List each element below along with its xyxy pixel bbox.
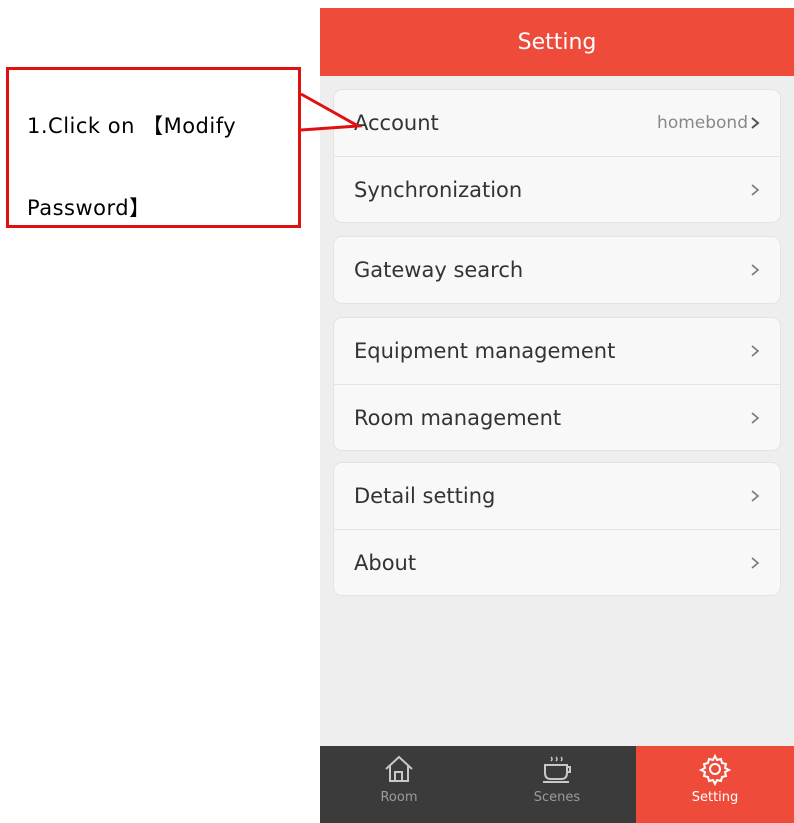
settings-group-management: Equipment management Room management: [334, 318, 780, 450]
settings-item-about[interactable]: About: [334, 529, 780, 595]
page-title: Setting: [517, 29, 597, 55]
settings-item-synchronization[interactable]: Synchronization: [334, 156, 780, 222]
chevron-right-icon: [748, 553, 762, 573]
settings-item-label: Equipment management: [354, 339, 616, 363]
tab-room[interactable]: Room: [320, 746, 478, 823]
settings-group-info: Detail setting About: [334, 463, 780, 595]
settings-item-gateway-search[interactable]: Gateway search: [334, 237, 780, 303]
tab-setting[interactable]: Setting: [636, 746, 794, 823]
phone-screen: Setting Account homebond Synchronization…: [320, 8, 794, 823]
annotation-text-line2: Password】: [27, 196, 151, 220]
tab-label: Scenes: [533, 790, 581, 805]
gear-icon: [698, 753, 732, 786]
tab-label: Room: [380, 790, 418, 805]
settings-item-label: Detail setting: [354, 484, 496, 508]
chevron-right-icon: [748, 408, 762, 428]
settings-item-account[interactable]: Account homebond: [334, 90, 780, 156]
chevron-right-icon: [748, 486, 762, 506]
settings-item-label: Synchronization: [354, 177, 523, 202]
settings-item-label: About: [354, 550, 417, 575]
chevron-right-icon: [748, 260, 762, 280]
chevron-right-icon: [748, 341, 762, 361]
chevron-right-icon: [748, 180, 762, 200]
app-header: Setting: [320, 8, 794, 76]
house-icon: [385, 755, 413, 782]
settings-group-account: Account homebond Synchronization: [334, 90, 780, 222]
settings-item-label: Room management: [354, 405, 562, 430]
settings-item-label: Gateway search: [354, 258, 524, 282]
settings-item-label: Account: [354, 111, 439, 135]
chevron-right-icon: [748, 113, 762, 133]
coffee-cup-icon: [543, 756, 571, 783]
settings-item-detail-setting[interactable]: Detail setting: [334, 463, 780, 529]
account-value: homebond: [657, 113, 748, 133]
tab-scenes[interactable]: Scenes: [478, 746, 636, 823]
settings-item-equipment-management[interactable]: Equipment management: [334, 318, 780, 384]
settings-group-gateway: Gateway search: [334, 237, 780, 303]
bottom-tab-bar: Room Scenes Setting: [320, 746, 794, 823]
annotation-callout: 1.Click on 【Modify Password】: [6, 67, 301, 228]
annotation-text-line1: 1.Click on 【Modify: [27, 114, 237, 138]
settings-item-room-management[interactable]: Room management: [334, 384, 780, 450]
tab-label: Setting: [691, 790, 739, 805]
